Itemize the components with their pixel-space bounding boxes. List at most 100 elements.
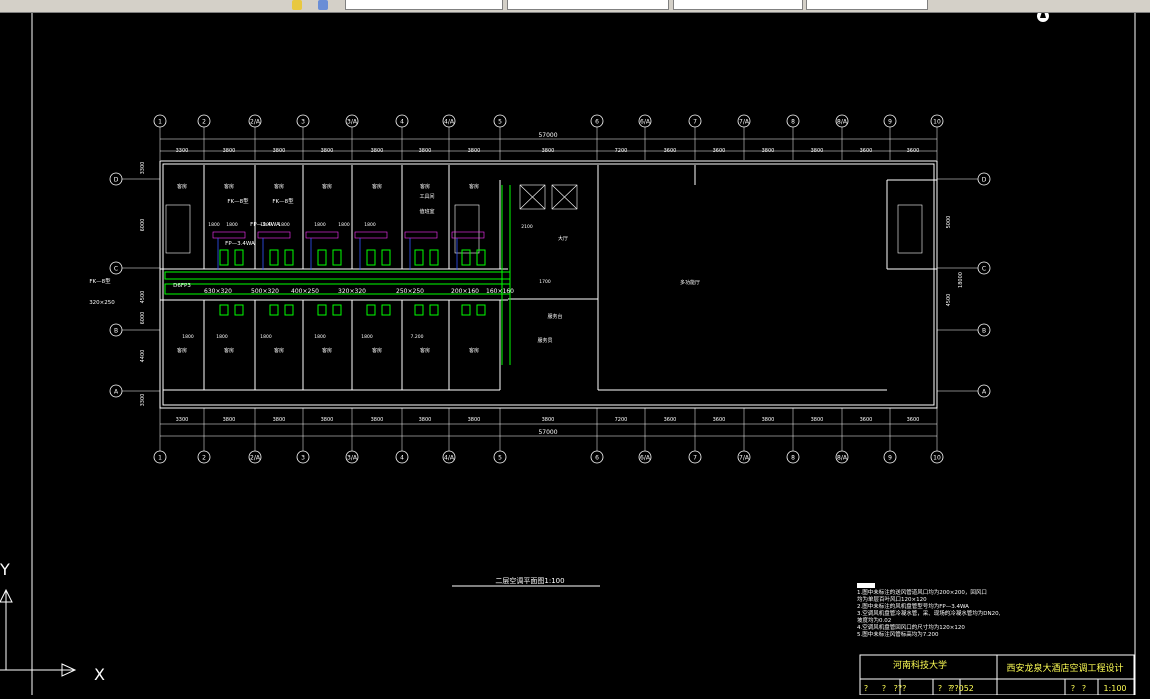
top-dimension: 3800 [321, 148, 334, 154]
ucs-x-label: X [94, 665, 105, 684]
room-label: 客房 [420, 183, 430, 190]
duct-size-label: 160×160 [486, 288, 514, 295]
side-dimension: 18000 [958, 272, 964, 288]
condensate-pipe [404, 231, 438, 239]
axis-label: 6 [595, 119, 599, 126]
room-label: 客房 [372, 183, 382, 190]
bottom-dimension: 3800 [223, 417, 236, 423]
small-dimension: 1800 [216, 334, 228, 340]
axis-label: 7/A [739, 119, 750, 126]
top-dimension: 3600 [860, 148, 873, 154]
fan-coil-unit [429, 249, 439, 266]
axis-label: 4/A [444, 119, 455, 126]
room-label: 客房 [420, 347, 430, 354]
note-line: 2.图中未标注的风机盘管型号均为FP—3.4WA [857, 604, 969, 610]
ductwork: 630×320 500×320 400×250 320×320 250×250 200×1… [89, 185, 514, 365]
toolbar [0, 0, 1150, 13]
toolbar-dropdown-3[interactable] [673, 0, 803, 10]
room-label: 客房 [274, 347, 284, 354]
axis-label: 2/A [250, 455, 261, 462]
design-notes: 1.图中未标注的送风管道风口均为200×200，回风口 均为单层百叶风口120×… [857, 583, 1007, 639]
fan-coil-unit [476, 249, 486, 266]
room-label: 服务员 [537, 337, 552, 344]
bottom-dimension: 3600 [664, 417, 677, 423]
blue-tool-icon[interactable] [318, 0, 328, 10]
bottom-dimension: 7200 [615, 417, 628, 423]
north-arrow-icon [1037, 8, 1049, 22]
top-dimension: 3600 [713, 148, 726, 154]
row-axis-bubbles: D D C C B B A A [109, 172, 991, 398]
overall-dimension: 57000 [538, 429, 557, 436]
small-dimension: 1800 [278, 222, 290, 228]
bottom-dimension: 3800 [811, 417, 824, 423]
title-block-cell: ? [864, 684, 868, 693]
fan-coil-unit [332, 304, 342, 316]
room-label: 客房 [274, 183, 284, 190]
duct-size-label: 250×250 [396, 288, 424, 295]
title-block-cells: ?????? ???052?? 1:100 [864, 684, 1127, 693]
small-dimension: 2100 [521, 224, 533, 230]
condensate-pipe [305, 231, 339, 239]
axis-label: 10 [933, 455, 941, 462]
small-dimension: 1800 [208, 222, 220, 228]
side-dimension: 5000 [946, 216, 952, 229]
room-label: 客房 [372, 347, 382, 354]
axis-label: 6/A [640, 119, 651, 126]
plan-title: 二层空调平面图1:100 [495, 576, 564, 585]
axis-label: 7 [693, 455, 697, 462]
bottom-dimension: 3800 [419, 417, 432, 423]
side-dimension: 3300 [140, 394, 146, 407]
bottom-dimension: 3800 [371, 417, 384, 423]
small-dimension: 1800 [314, 334, 326, 340]
note-line: 均为单层百叶风口120×120 [857, 597, 927, 603]
fan-coil-unit [461, 304, 471, 316]
axis-label: 2/A [250, 119, 261, 126]
school-name: 河南科技大学 [893, 659, 947, 671]
duct-size-label: 500×320 [251, 288, 279, 295]
fan-coil-unit [317, 249, 327, 266]
toolbar-dropdown-1[interactable] [345, 0, 503, 10]
room-label: 大厅 [558, 235, 568, 242]
bottom-dimension: 3600 [713, 417, 726, 423]
row-axis-label: D [114, 177, 119, 184]
fan-coil-unit [234, 304, 244, 316]
duct-size-label: 320×320 [338, 288, 366, 295]
axis-label: 3 [301, 455, 305, 462]
fan-coil-unit [366, 249, 376, 266]
title-block-cell: ??052 [950, 684, 974, 693]
axis-label: 8 [791, 455, 795, 462]
ucs-y-label: Y [0, 560, 10, 579]
title-block-cell: ? [1082, 684, 1086, 693]
side-dimension: 4500 [946, 294, 952, 307]
bottom-dimension: 3300 [176, 417, 189, 423]
bottom-dimension: 3800 [468, 417, 481, 423]
small-dimension: 1800 [226, 222, 238, 228]
small-dimension: 1800 [338, 222, 350, 228]
room-label: 客房 [177, 183, 187, 190]
top-dimension: 3800 [419, 148, 432, 154]
row-axis-label: B [982, 328, 986, 335]
condensate-pipe [257, 231, 291, 239]
yellow-tool-icon[interactable] [292, 0, 302, 10]
small-dimension: 1800 [361, 334, 373, 340]
fan-coil-unit [414, 304, 424, 316]
fan-coil-unit [476, 304, 486, 316]
note-line: 3.空调风机盘管冷凝水管，采、现场的冷凝水管均为DN20, [857, 611, 1001, 617]
fan-coil-unit [284, 249, 294, 266]
fan-coil-unit [269, 249, 279, 266]
axis-label: 8/A [837, 119, 848, 126]
axis-label: 6 [595, 455, 599, 462]
title-block-cell: ? [882, 684, 886, 693]
row-axis-label: A [982, 389, 987, 396]
axis-label: 3 [301, 119, 305, 126]
toolbar-dropdown-2[interactable] [507, 0, 669, 10]
top-dimension: 3800 [468, 148, 481, 154]
equipment-label: FK—8型 [89, 277, 111, 285]
top-dimension: 3800 [811, 148, 824, 154]
overall-dimension: 57000 [538, 132, 557, 139]
bottom-dimension: 3800 [321, 417, 334, 423]
toolbar-dropdown-4[interactable] [806, 0, 928, 10]
axis-label: 9 [888, 455, 892, 462]
axis-label: 6/A [640, 455, 651, 462]
bottom-dimension: 3800 [762, 417, 775, 423]
